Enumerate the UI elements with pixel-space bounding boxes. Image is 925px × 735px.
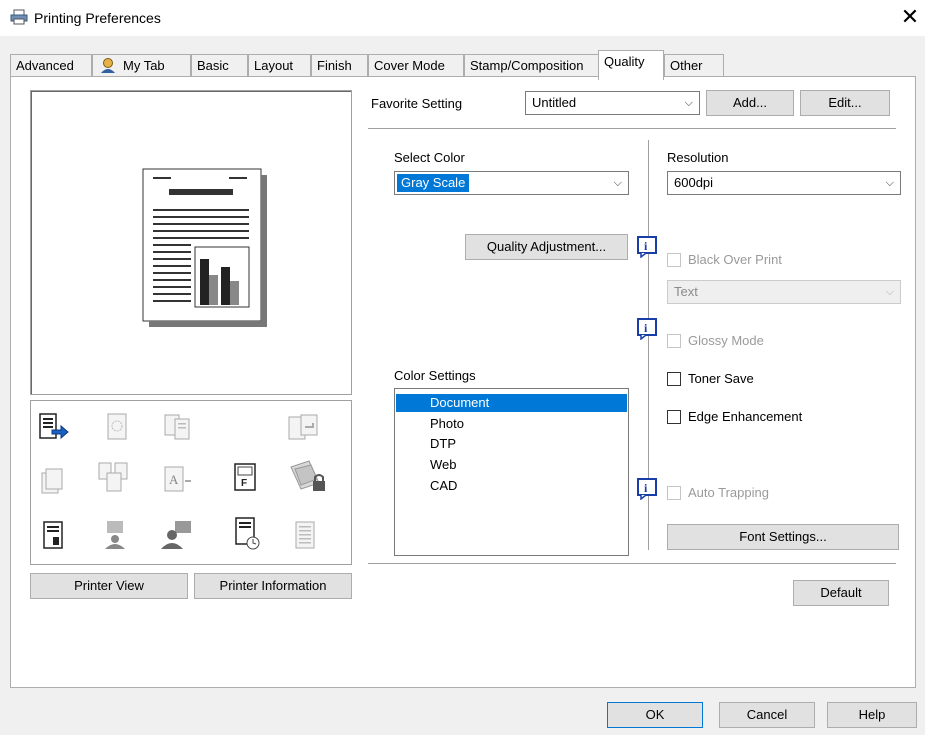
add-button[interactable]: Add... [706,90,794,116]
edge-enhancement-checkbox[interactable] [667,410,681,424]
tab-stamp-composition[interactable]: Stamp/Composition [464,54,600,78]
list-item[interactable]: Document [396,394,627,412]
info-icon[interactable]: i [637,318,659,340]
toner-save-label: Toner Save [688,371,754,386]
tab-finish[interactable]: Finish [311,54,368,78]
font-settings-button[interactable]: Font Settings... [667,524,899,550]
single-page-icon[interactable] [41,521,65,549]
title-bar: Printing Preferences ✕ [0,0,925,36]
ok-button[interactable]: OK [607,702,703,728]
function-icon-grid: A F [30,400,352,565]
color-settings-list: Document Photo DTP Web CAD [394,388,629,556]
chevron-down-icon: ⌵ [885,286,894,298]
glossy-mode-label: Glossy Mode [688,333,764,348]
text-font-icon[interactable]: A [163,465,193,493]
user-icon [101,58,115,73]
default-button[interactable]: Default [793,580,889,606]
list-item[interactable]: Photo [396,415,627,433]
black-over-print-label: Black Over Print [688,252,782,267]
glossy-mode-checkbox[interactable] [667,334,681,348]
favorite-setting-label: Favorite Setting [371,96,463,111]
close-button[interactable]: ✕ [896,4,924,32]
list-item[interactable]: CAD [396,477,627,495]
auto-trapping-label: Auto Trapping [688,485,769,500]
resolution-label: Resolution [667,150,729,165]
account-track-icon[interactable] [161,519,195,549]
watermark-page-icon[interactable] [105,413,129,441]
tab-my-tab[interactable]: My Tab [92,54,191,78]
chevron-down-icon: ⌵ [613,177,622,189]
black-over-print-checkbox[interactable] [667,253,681,267]
tab-cover-mode[interactable]: Cover Mode [368,54,464,78]
edge-enhancement-label: Edge Enhancement [688,409,803,424]
color-settings-label: Color Settings [394,368,476,383]
list-item[interactable]: DTP [396,435,627,453]
list-item[interactable]: Web [396,456,627,474]
cancel-button[interactable]: Cancel [719,702,815,728]
chevron-down-icon: ⌵ [885,177,894,189]
form-overlay-icon[interactable]: F [233,463,257,491]
stack-pages-icon[interactable] [41,467,65,495]
tab-basic[interactable]: Basic [191,54,248,78]
tab-layout[interactable]: Layout [248,54,311,78]
printer-view-button[interactable]: Printer View [30,573,188,599]
combine-pages-icon[interactable] [97,461,131,493]
document-preview-icon [142,168,267,327]
help-button[interactable]: Help [827,702,917,728]
select-color-select[interactable]: Gray Scale ⌵ [394,171,629,195]
svg-text:F: F [241,478,247,489]
copy-pages-icon[interactable] [163,413,193,441]
secure-print-icon[interactable] [287,459,327,493]
printer-information-button[interactable]: Printer Information [194,573,352,599]
tab-advanced[interactable]: Advanced [10,54,92,78]
auto-trapping-checkbox[interactable] [667,486,681,500]
tab-quality[interactable]: Quality [598,50,664,80]
black-over-print-select[interactable]: Text ⌵ [667,280,901,304]
resolution-select[interactable]: 600dpi ⌵ [667,171,901,195]
window-title: Printing Preferences [34,10,161,26]
favorite-setting-select[interactable]: Untitled ⌵ [525,91,700,115]
document-list-icon[interactable] [293,521,317,549]
tab-other[interactable]: Other [664,54,724,78]
separator-bottom [368,563,896,564]
user-auth-icon[interactable] [101,519,129,549]
printer-preview [30,90,352,395]
select-color-label: Select Color [394,150,465,165]
quality-adjustment-button[interactable]: Quality Adjustment... [465,234,628,260]
info-icon[interactable]: i [637,236,659,258]
separator-top [368,128,896,129]
page-transfer-icon[interactable] [287,413,321,441]
chevron-down-icon: ⌵ [684,97,693,109]
toner-save-checkbox[interactable] [667,372,681,386]
printer-icon [10,9,28,25]
printer-output-icon[interactable] [39,413,69,441]
info-icon[interactable]: i [637,478,659,500]
scheduled-page-icon[interactable] [233,517,261,551]
svg-text:A: A [169,472,179,487]
edit-button[interactable]: Edit... [800,90,890,116]
